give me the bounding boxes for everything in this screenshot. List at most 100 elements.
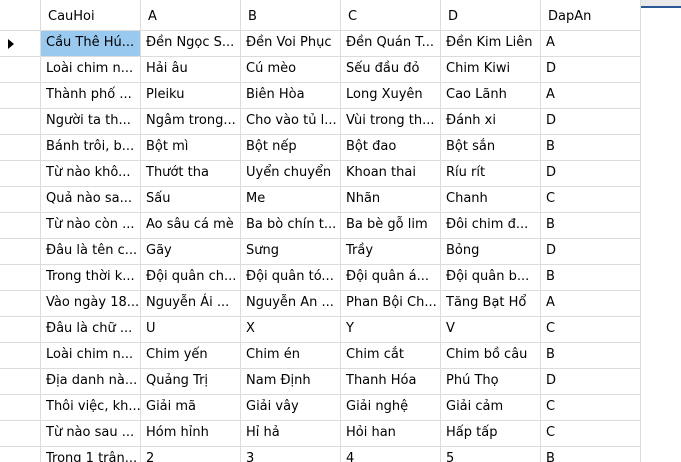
cell-c[interactable]: Đền Quán T... xyxy=(341,31,441,57)
cell-d[interactable]: Đội quân b... xyxy=(441,265,541,291)
table-row[interactable]: Từ nào khô... Thướt tha Uyển chuyển Khoan t… xyxy=(0,161,641,187)
cell-dapan[interactable]: D xyxy=(541,161,641,187)
cell-a[interactable]: Pleiku xyxy=(141,83,241,109)
row-header[interactable] xyxy=(0,265,41,291)
cell-b[interactable]: Nguyễn An ... xyxy=(241,291,341,317)
cell-d[interactable]: 5 xyxy=(441,447,541,462)
cell-d[interactable]: Hấp tấp xyxy=(441,421,541,447)
cell-d[interactable]: Chanh xyxy=(441,187,541,213)
cell-a[interactable]: 2 xyxy=(141,447,241,462)
row-header[interactable] xyxy=(0,57,41,83)
cell-d[interactable]: Đôi chim đ... xyxy=(441,213,541,239)
cell-b[interactable]: Cho vào tủ l... xyxy=(241,109,341,135)
row-header[interactable] xyxy=(0,109,41,135)
cell-b[interactable]: Cú mèo xyxy=(241,57,341,83)
cell-d[interactable]: Bỏng xyxy=(441,239,541,265)
cell-cauhoi[interactable]: Từ nào còn ... xyxy=(41,213,141,239)
cell-a[interactable]: Hóm hỉnh xyxy=(141,421,241,447)
cell-c[interactable]: Phan Bội Ch... xyxy=(341,291,441,317)
cell-a[interactable]: Sấu xyxy=(141,187,241,213)
cell-dapan[interactable]: D xyxy=(541,239,641,265)
cell-dapan[interactable]: D xyxy=(541,57,641,83)
cell-cauhoi[interactable]: Quả nào sa... xyxy=(41,187,141,213)
cell-a[interactable]: Quảng Trị xyxy=(141,369,241,395)
table-row[interactable]: Địa danh nà... Quảng Trị Nam Định Thanh Hóa… xyxy=(0,369,641,395)
cell-cauhoi[interactable]: Đâu là chữ ... xyxy=(41,317,141,343)
cell-cauhoi[interactable]: Từ nào khô... xyxy=(41,161,141,187)
table-row[interactable]: Loài chim n... Chim yến Chim én Chim cắt Chi… xyxy=(0,343,641,369)
cell-cauhoi[interactable]: Thôi việc, kh... xyxy=(41,395,141,421)
cell-b[interactable]: 3 xyxy=(241,447,341,462)
row-header[interactable] xyxy=(0,395,41,421)
cell-dapan[interactable]: B xyxy=(541,135,641,161)
select-all-corner[interactable] xyxy=(0,0,41,31)
cell-dapan[interactable]: A xyxy=(541,83,641,109)
table-row[interactable]: Quả nào sa... Sấu Me Nhãn Chanh C xyxy=(0,187,641,213)
cell-d[interactable]: Đánh xi xyxy=(441,109,541,135)
cell-c[interactable]: Bột đao xyxy=(341,135,441,161)
row-header[interactable] xyxy=(0,447,41,462)
cell-c[interactable]: Vùi trong th... xyxy=(341,109,441,135)
row-header[interactable] xyxy=(0,421,41,447)
cell-d[interactable]: Chim bồ câu xyxy=(441,343,541,369)
cell-a[interactable]: Đền Ngọc S... xyxy=(141,31,241,57)
table-row[interactable]: Từ nào còn ... Ao sâu cá mè Ba bò chín t..… xyxy=(0,213,641,239)
row-header[interactable] xyxy=(0,343,41,369)
row-header[interactable] xyxy=(0,317,41,343)
cell-c[interactable]: Ba bè gỗ lim xyxy=(341,213,441,239)
cell-cauhoi[interactable]: Loài chim n... xyxy=(41,57,141,83)
cell-dapan[interactable]: A xyxy=(541,31,641,57)
cell-c[interactable]: 4 xyxy=(341,447,441,462)
cell-b[interactable]: Biên Hòa xyxy=(241,83,341,109)
cell-dapan[interactable]: A xyxy=(541,291,641,317)
table-row[interactable]: Người ta th... Ngâm trong... Cho vào tủ l.… xyxy=(0,109,641,135)
cell-c[interactable]: Chim cắt xyxy=(341,343,441,369)
cell-cauhoi[interactable]: Thành phố ... xyxy=(41,83,141,109)
cell-cauhoi[interactable]: Bánh trôi, b... xyxy=(41,135,141,161)
cell-cauhoi[interactable]: Địa danh nà... xyxy=(41,369,141,395)
data-grid[interactable]: CauHoi A B C D DapAn Cầu Thê Hú... Đền Ng… xyxy=(0,0,681,462)
cell-a[interactable]: Ngâm trong... xyxy=(141,109,241,135)
row-header[interactable] xyxy=(0,187,41,213)
cell-b[interactable]: Sưng xyxy=(241,239,341,265)
cell-d[interactable]: Cao Lãnh xyxy=(441,83,541,109)
cell-d[interactable]: Đền Kim Liên xyxy=(441,31,541,57)
cell-cauhoi[interactable]: Trong thời k... xyxy=(41,265,141,291)
cell-b[interactable]: Giải vây xyxy=(241,395,341,421)
cell-dapan[interactable]: C xyxy=(541,317,641,343)
cell-b[interactable]: Đội quân tó... xyxy=(241,265,341,291)
cell-d[interactable]: Giải cảm xyxy=(441,395,541,421)
cell-b[interactable]: Me xyxy=(241,187,341,213)
cell-c[interactable]: Giải nghệ xyxy=(341,395,441,421)
cell-cauhoi[interactable]: Từ nào sau ... xyxy=(41,421,141,447)
cell-d[interactable]: Chim Kiwi xyxy=(441,57,541,83)
table-row[interactable]: Thôi việc, kh... Giải mã Giải vây Giải nghệ… xyxy=(0,395,641,421)
cell-dapan[interactable]: D xyxy=(541,109,641,135)
column-header-cauhoi[interactable]: CauHoi xyxy=(41,0,141,31)
table-row[interactable]: Đâu là tên c... Gãy Sưng Trầy Bỏng D xyxy=(0,239,641,265)
row-header[interactable] xyxy=(0,161,41,187)
cell-a[interactable]: Chim yến xyxy=(141,343,241,369)
cell-dapan[interactable]: B xyxy=(541,265,641,291)
row-header[interactable] xyxy=(0,31,41,57)
table-row[interactable]: Thành phố ... Pleiku Biên Hòa Long Xuyên Cao… xyxy=(0,83,641,109)
table-row[interactable]: Trong 1 trận... 2 3 4 5 B xyxy=(0,447,641,462)
cell-dapan[interactable]: B xyxy=(541,343,641,369)
cell-c[interactable]: Khoan thai xyxy=(341,161,441,187)
cell-b[interactable]: Bột nếp xyxy=(241,135,341,161)
cell-d[interactable]: Ríu rít xyxy=(441,161,541,187)
cell-dapan[interactable]: B xyxy=(541,447,641,462)
cell-a[interactable]: Hải âu xyxy=(141,57,241,83)
cell-c[interactable]: Nhãn xyxy=(341,187,441,213)
row-header[interactable] xyxy=(0,213,41,239)
cell-a[interactable]: Gãy xyxy=(141,239,241,265)
cell-a[interactable]: Nguyễn Ái ... xyxy=(141,291,241,317)
cell-c[interactable]: Đội quân á... xyxy=(341,265,441,291)
cell-b[interactable]: Chim én xyxy=(241,343,341,369)
column-header-c[interactable]: C xyxy=(341,0,441,31)
cell-a[interactable]: Bột mì xyxy=(141,135,241,161)
cell-c[interactable]: Thanh Hóa xyxy=(341,369,441,395)
cell-b[interactable]: Ba bò chín t... xyxy=(241,213,341,239)
table-row[interactable]: Bánh trôi, b... Bột mì Bột nếp Bột đao Bột s… xyxy=(0,135,641,161)
table-row[interactable]: Trong thời k... Đội quân ch... Đội quân tó… xyxy=(0,265,641,291)
